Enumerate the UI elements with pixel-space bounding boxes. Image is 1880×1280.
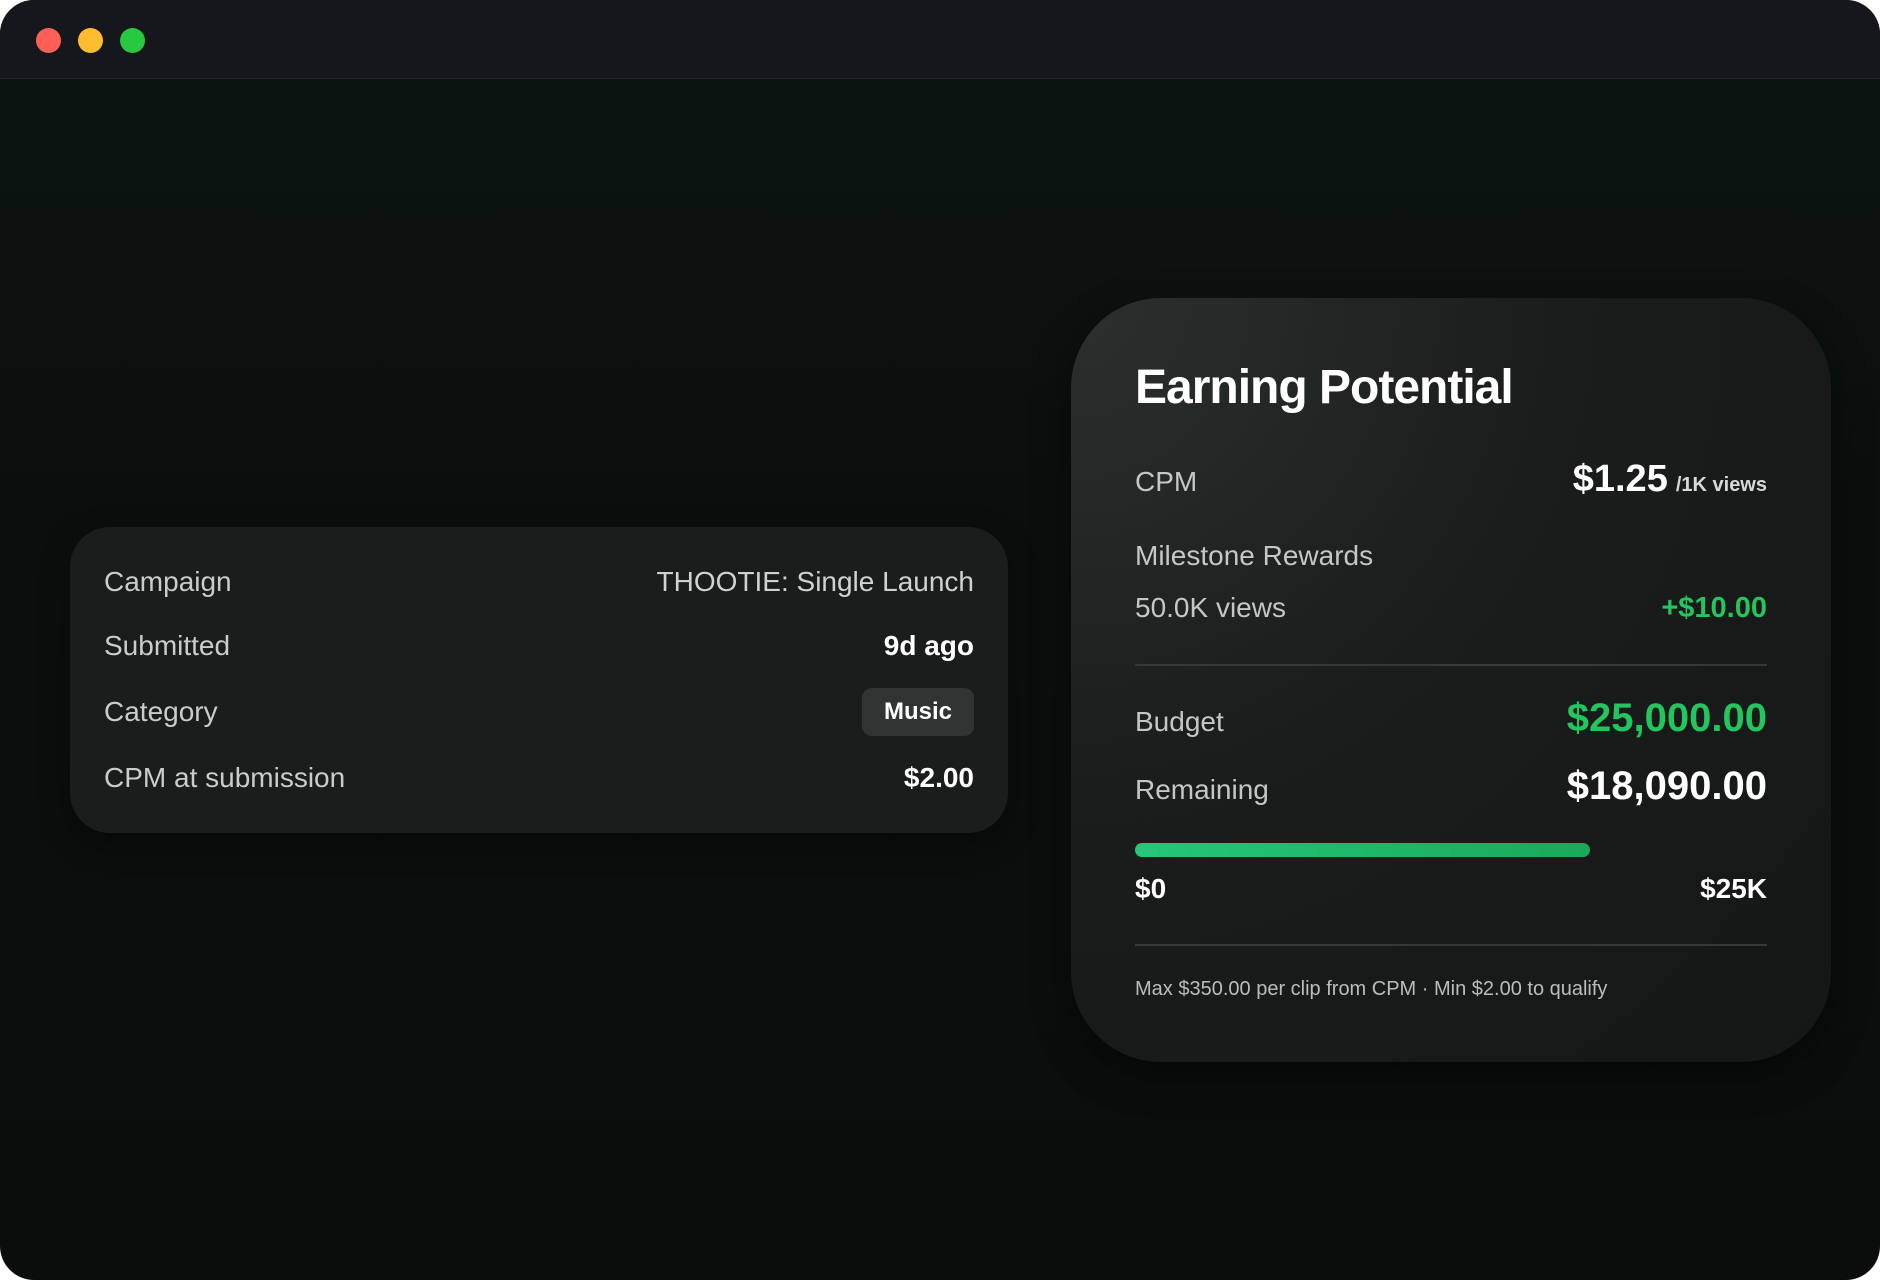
budget-label: Budget xyxy=(1135,706,1224,737)
minimize-window-button[interactable] xyxy=(78,28,103,53)
campaign-value: THOOTIE: Single Launch xyxy=(656,566,974,597)
milestone-row: 50.0K views +$10.00 xyxy=(1135,592,1767,625)
range-min-label: $0 xyxy=(1135,873,1167,904)
submission-details-card: Campaign THOOTIE: Single Launch Submitte… xyxy=(70,527,1008,833)
milestone-reward: +$10.00 xyxy=(1661,592,1767,624)
milestone-rewards-header: Milestone Rewards xyxy=(1135,540,1767,572)
category-badge: Music xyxy=(861,688,974,736)
cpm-value: $1.25 xyxy=(1572,458,1668,500)
zoom-window-button[interactable] xyxy=(120,28,145,53)
cpm-at-submission-value: $2.00 xyxy=(903,762,974,793)
cpm-row: CPM $1.25/1K views xyxy=(1135,458,1767,501)
category-row: Category Music xyxy=(104,687,974,737)
cpm-amount: $1.25/1K views xyxy=(1573,458,1767,501)
earning-potential-card: Earning Potential CPM $1.25/1K views Mil… xyxy=(1071,298,1831,1062)
range-max-label: $25K xyxy=(1700,873,1767,904)
campaign-label: Campaign xyxy=(104,566,232,597)
budget-progress-bar xyxy=(1135,843,1767,857)
budget-row: Budget $25,000.00 xyxy=(1135,696,1767,741)
remaining-value: $18,090.00 xyxy=(1566,764,1767,808)
remaining-label: Remaining xyxy=(1135,774,1269,805)
cpm-at-submission-label: CPM at submission xyxy=(104,762,346,793)
close-window-button[interactable] xyxy=(36,28,61,53)
campaign-row: Campaign THOOTIE: Single Launch xyxy=(104,557,974,607)
earning-potential-title: Earning Potential xyxy=(1135,361,1514,414)
payout-footnote: Max $350.00 per clip from CPM · Min $2.0… xyxy=(1135,978,1608,1000)
submitted-label: Submitted xyxy=(104,630,231,661)
budget-progress-fill xyxy=(1135,843,1591,857)
budget-value: $25,000.00 xyxy=(1566,696,1767,740)
cpm-unit: /1K views xyxy=(1675,474,1767,496)
title-bar xyxy=(0,0,1880,79)
app-window: Campaign THOOTIE: Single Launch Submitte… xyxy=(0,0,1880,1280)
divider xyxy=(1135,944,1767,946)
submitted-value: 9d ago xyxy=(883,630,974,661)
remaining-row: Remaining $18,090.00 xyxy=(1135,764,1767,809)
cpm-at-submission-row: CPM at submission $2.00 xyxy=(104,753,974,803)
submitted-row: Submitted 9d ago xyxy=(104,621,974,671)
divider xyxy=(1135,664,1767,666)
milestone-threshold: 50.0K views xyxy=(1135,592,1286,623)
cpm-label: CPM xyxy=(1135,466,1198,497)
milestone-rewards-label: Milestone Rewards xyxy=(1135,540,1374,571)
category-label: Category xyxy=(104,696,218,727)
